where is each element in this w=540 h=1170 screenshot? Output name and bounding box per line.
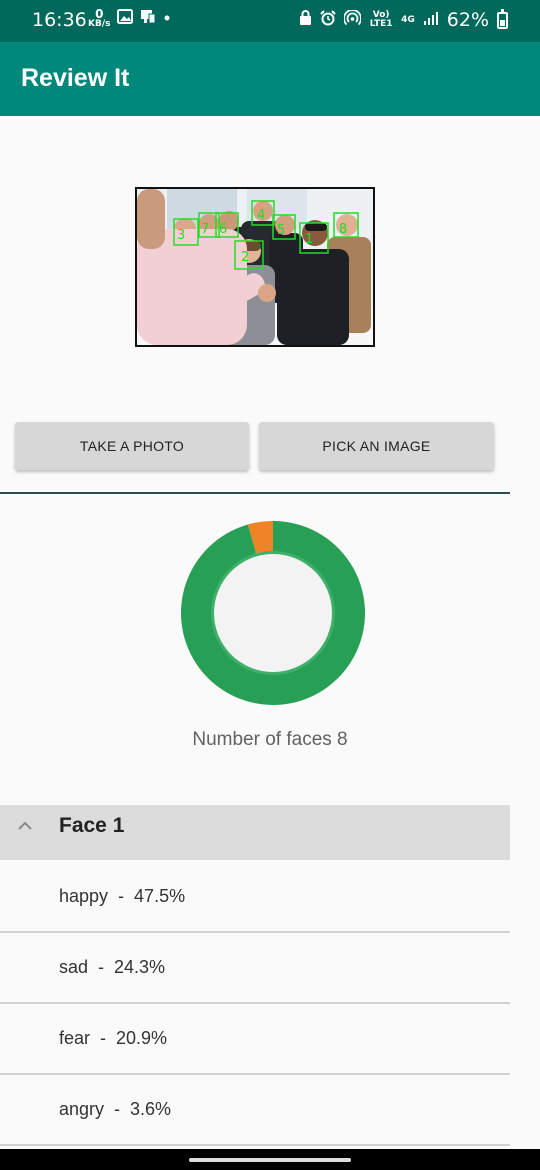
battery-percent: 62% xyxy=(446,9,489,31)
status-right-icons: Vo) LTE1 4G 62% xyxy=(299,8,508,31)
donut-hole xyxy=(214,554,332,672)
faces-count-text: Number of faces 8 xyxy=(192,729,348,750)
section-divider xyxy=(0,492,510,494)
face-label-4: 4 xyxy=(257,208,265,223)
face-panel-title: Face 1 xyxy=(59,814,125,837)
status-bar: 16:36 0 KB/s Vo) LTE1 4G 62% xyxy=(0,0,540,42)
face-label-3: 3 xyxy=(177,228,185,243)
emotion-row: fear - 20.9% xyxy=(0,1004,510,1075)
lock-icon xyxy=(299,10,312,30)
home-gesture-handle[interactable] xyxy=(189,1158,351,1162)
pick-image-button[interactable]: PICK AN IMAGE xyxy=(259,422,494,470)
face-panel-header[interactable]: Face 1 xyxy=(0,805,510,860)
emotion-donut-chart xyxy=(181,521,365,705)
app-title: Review It xyxy=(21,64,130,92)
network-type-label: 4G xyxy=(401,14,415,25)
battery-icon xyxy=(497,8,508,29)
emotion-text: happy - 47.5% xyxy=(59,886,186,906)
net-speed-unit: KB/s xyxy=(88,19,111,29)
hotspot-icon xyxy=(343,9,362,30)
signal-icon xyxy=(423,11,439,29)
emotion-row: sad - 24.3% xyxy=(0,933,510,1004)
chevron-up-icon[interactable] xyxy=(18,819,32,833)
status-time: 16:36 xyxy=(32,9,87,31)
face-label-2: 2 xyxy=(241,250,249,265)
face-label-6: 6 xyxy=(219,222,227,237)
net-speed-indicator: 0 KB/s xyxy=(88,8,111,29)
emotion-text: fear - 20.9% xyxy=(59,1028,168,1048)
cast-device-icon xyxy=(140,9,156,28)
take-photo-button[interactable]: TAKE A PHOTO xyxy=(15,422,249,470)
volte-label: Vo) LTE1 xyxy=(369,10,393,29)
emotion-row: angry - 3.6% xyxy=(0,1075,510,1146)
app-bar: Review It xyxy=(0,42,540,116)
face-label-1: 1 xyxy=(305,232,313,247)
alarm-icon xyxy=(320,10,336,30)
gallery-icon xyxy=(117,9,134,28)
status-left-icons: 0 KB/s xyxy=(88,8,171,29)
notification-dot-icon xyxy=(163,9,171,28)
system-nav-bar xyxy=(0,1149,540,1170)
emotion-text: sad - 24.3% xyxy=(59,957,166,977)
face-label-5: 5 xyxy=(277,223,285,238)
emotion-text: angry - 3.6% xyxy=(59,1099,172,1119)
face-label-8: 8 xyxy=(339,222,347,237)
face-label-7: 7 xyxy=(201,222,209,237)
emotion-row: happy - 47.5% xyxy=(0,862,510,933)
analyzed-photo: 3 7 6 4 5 1 8 2 xyxy=(135,187,375,347)
